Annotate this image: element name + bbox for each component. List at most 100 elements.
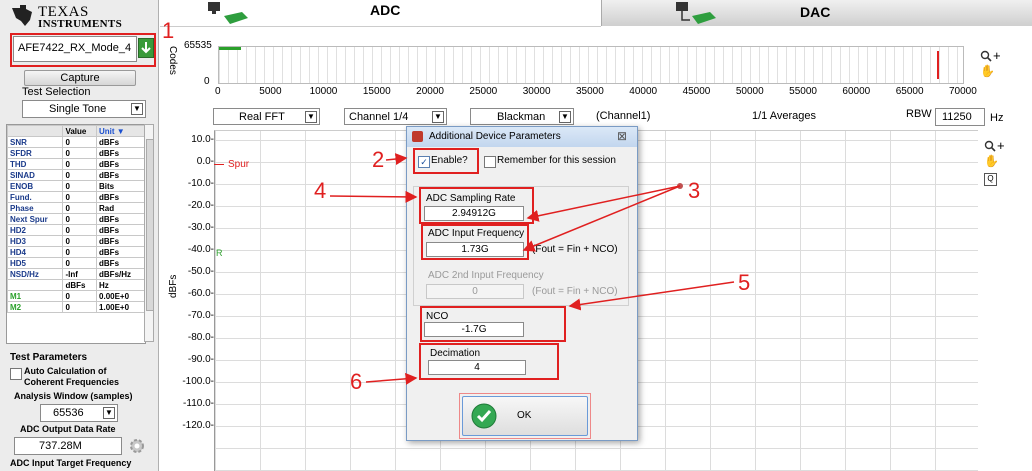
dac-board-icon <box>676 2 716 24</box>
table-row: THD 0 dBFs <box>7 158 145 170</box>
test-selection-select[interactable]: Single Tone ▼ <box>22 100 146 118</box>
dialog-titlebar[interactable]: Additional Device Parameters ⊠ <box>407 127 637 147</box>
annotation-box-1 <box>10 33 156 67</box>
table-row: HD2 0 dBFs <box>7 224 145 236</box>
output-rate-label: ADC Output Data Rate <box>20 424 116 434</box>
window-value: Blackman <box>497 111 546 123</box>
measurement-table: Value Unit ▼ SNR 0 dBFs SFDR 0 dBFs THD 0 dBFs SINA… <box>6 124 146 344</box>
fft-value: Real FFT <box>239 111 285 123</box>
pan-hand-icon[interactable]: ✋ <box>980 64 995 78</box>
tab-adc[interactable]: ADC <box>160 0 601 27</box>
spectrum-ytick-label: -80.0- <box>187 332 214 343</box>
table-cell: HD5 <box>7 257 64 269</box>
annotation-box-6 <box>419 343 559 380</box>
table-cell: dBFs <box>62 279 98 291</box>
codes-zoom-tools[interactable]: + ✋ <box>980 48 1006 82</box>
codes-xtick-label: 40000 <box>629 86 658 97</box>
codes-xtick-label: 15000 <box>362 86 391 97</box>
table-cell: 0 <box>62 235 98 247</box>
table-row: M2 0 1.00E+0 <box>7 301 145 313</box>
table-cell: 0 <box>62 136 98 148</box>
table-cell: dBFs <box>96 169 145 181</box>
dialog-title: Additional Device Parameters <box>429 131 561 142</box>
table-header-cell: Value <box>62 125 98 137</box>
table-cell: 1.00E+0 <box>96 301 145 313</box>
capture-button[interactable]: Capture <box>24 70 136 86</box>
table-cell: -Inf <box>62 268 98 280</box>
table-scrollbar[interactable] <box>144 124 154 342</box>
spectrum-ytick-label: -120.0- <box>182 420 214 431</box>
zoom-icon[interactable] <box>980 50 992 62</box>
table-cell: ENOB <box>7 180 64 192</box>
zoom-reset-icon[interactable]: Q <box>984 173 997 186</box>
codes-xtick-label: 0 <box>215 86 221 97</box>
zoom-icon[interactable] <box>984 140 996 152</box>
table-cell: SNR <box>7 136 64 148</box>
spectrum-ytick-label: -100.0- <box>182 376 214 387</box>
spectrum-ytick-label: -50.0- <box>187 266 214 277</box>
table-cell: dBFs <box>96 246 145 258</box>
codes-xtick-label: 30000 <box>522 86 551 97</box>
tab-dac[interactable]: DAC <box>601 0 1032 26</box>
app-icon <box>412 131 423 142</box>
auto-calc-checkbox[interactable] <box>10 368 22 380</box>
codes-xtick-label: 20000 <box>416 86 444 97</box>
chevron-down-icon: ▼ <box>103 407 115 419</box>
table-cell: dBFs <box>96 224 145 236</box>
spectrum-yaxis: 10.0- 0.0- -10.0- -20.0- -30.0- -40.0- -50.0- -… <box>170 0 214 471</box>
annotation-box-ok <box>459 393 591 439</box>
fout-note: (Fout = Fin + NCO) <box>532 244 618 255</box>
tab-dac-label: DAC <box>800 4 831 20</box>
spectrum-zoom-tools[interactable]: + ✋ Q <box>984 138 1010 192</box>
annotation-box-2 <box>413 148 479 174</box>
table-cell: Rad <box>96 202 145 214</box>
spectrum-ytick-label: -30.0- <box>187 222 214 233</box>
crosshair-icon[interactable]: + <box>997 138 1005 153</box>
rbw-field[interactable]: 11250 <box>935 108 985 126</box>
test-selection-label: Test Selection <box>22 86 91 98</box>
table-cell: 0 <box>62 246 98 258</box>
codes-xtick-label: 70000 <box>949 86 977 97</box>
table-header-row: Value Unit ▼ <box>7 125 145 137</box>
auto-calc-label-2: Coherent Frequencies <box>24 377 120 387</box>
fout-note-2: (Fout = Fin + NCO) <box>532 286 618 297</box>
rbw-unit: Hz <box>990 112 1004 124</box>
pan-hand-icon[interactable]: ✋ <box>984 154 999 168</box>
fft-select[interactable]: Real FFT ▼ <box>213 108 320 125</box>
table-cell: dBFs <box>96 257 145 269</box>
annotation-6: 6 <box>350 369 363 394</box>
test-selection-value: Single Tone <box>49 103 107 115</box>
input2-frequency-field[interactable]: 0 <box>426 284 524 299</box>
table-cell: 0 <box>62 213 98 225</box>
table-cell: 0 <box>62 301 98 313</box>
table-cell: 0 <box>62 180 98 192</box>
crosshair-icon[interactable]: + <box>993 48 1001 63</box>
auto-calc-label-1: Auto Calculation of <box>24 366 107 376</box>
scrollbar-thumb[interactable] <box>146 139 154 311</box>
tab-adc-label: ADC <box>370 2 401 18</box>
table-row: SNR 0 dBFs <box>7 136 145 148</box>
remember-checkbox[interactable] <box>484 156 496 168</box>
input2-frequency-label: ADC 2nd Input Frequency <box>428 270 544 281</box>
channel-select[interactable]: Channel 1/4 ▼ <box>344 108 447 125</box>
codes-xtick-label: 65000 <box>895 86 924 97</box>
table-header-cell <box>7 125 64 137</box>
close-icon[interactable]: ⊠ <box>617 129 627 143</box>
test-params-title: Test Parameters <box>10 352 88 363</box>
codes-plot-area <box>218 46 964 84</box>
window-select[interactable]: Blackman ▼ <box>470 108 574 125</box>
averages-label: 1/1 Averages <box>752 110 817 122</box>
table-header-cell[interactable]: Unit ▼ <box>96 125 145 137</box>
annotation-box-3 <box>421 224 529 260</box>
table-cell: Fund. <box>7 191 64 203</box>
table-row: M1 0 0.00E+0 <box>7 290 145 302</box>
gear-icon[interactable] <box>128 437 146 455</box>
output-rate-field[interactable]: 737.28M <box>14 437 122 455</box>
table-cell: dBFs <box>96 158 145 170</box>
annotation-4: 4 <box>314 178 327 203</box>
channel-value: Channel 1/4 <box>349 111 409 123</box>
analysis-window-select[interactable]: 65536 ▼ <box>40 404 118 422</box>
codes-xtick-label: 60000 <box>842 86 871 97</box>
table-row: HD5 0 dBFs <box>7 257 145 269</box>
table-cell: 0 <box>62 257 98 269</box>
